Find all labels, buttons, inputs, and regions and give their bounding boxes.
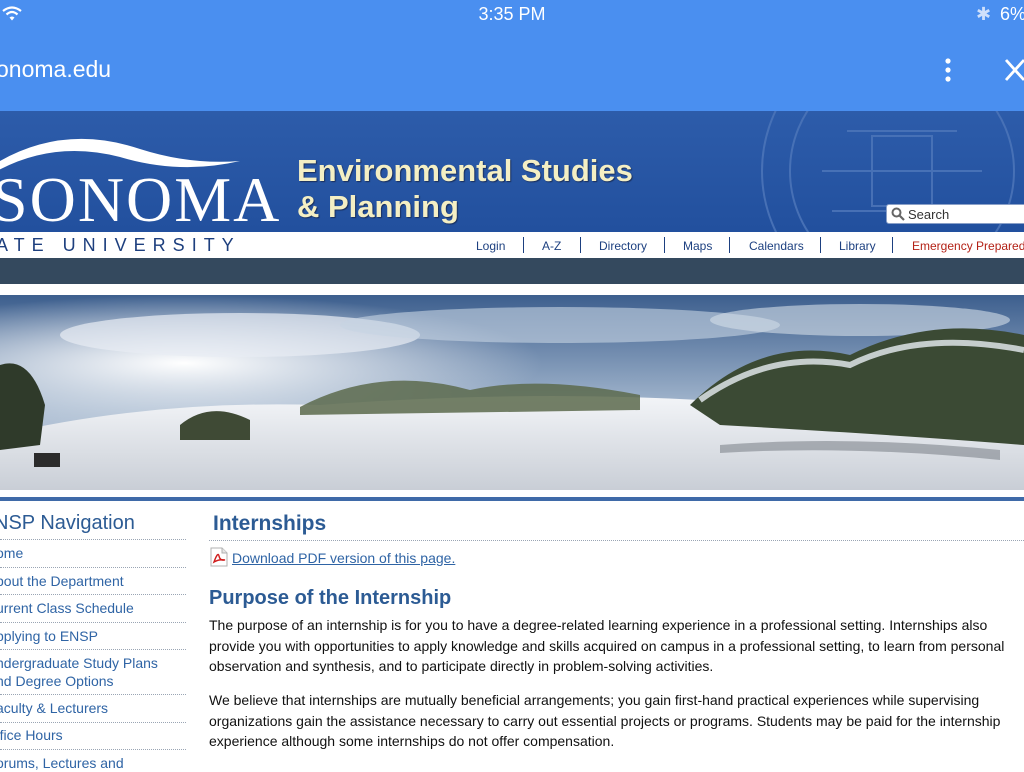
sidebar-item-applying[interactable]: pplying to ENSP: [0, 627, 186, 645]
sidebar-divider: [0, 567, 186, 568]
utility-divider: [523, 237, 524, 253]
close-icon[interactable]: [1004, 58, 1024, 82]
utility-divider: [892, 237, 893, 253]
utility-divider: [820, 237, 821, 253]
department-title[interactable]: Environmental Studies & Planning: [297, 153, 633, 225]
utility-link-a-z[interactable]: A-Z: [542, 239, 561, 253]
sidebar-item-about[interactable]: bout the Department: [0, 572, 186, 590]
sidebar-divider: [0, 749, 186, 750]
utility-link-emergency[interactable]: Emergency Preparedn: [912, 239, 1024, 253]
utility-link-maps[interactable]: Maps: [683, 239, 712, 253]
sidebar-item-office-hours[interactable]: ffice Hours: [0, 726, 186, 744]
site-header: SONOMA Environmental Studies & Planning: [0, 111, 1024, 232]
sidebar-item-class-schedule[interactable]: urrent Class Schedule: [0, 599, 186, 617]
sidebar-divider: [0, 622, 186, 623]
more-options-icon[interactable]: [938, 58, 958, 82]
sidebar-title: NSP Navigation: [0, 512, 135, 534]
search-icon: [891, 207, 905, 221]
content-paragraph: The purpose of an internship is for you …: [209, 617, 1005, 674]
utility-link-library[interactable]: Library: [839, 239, 876, 253]
logo-wordmark: SONOMA: [0, 164, 282, 232]
utility-link-directory[interactable]: Directory: [599, 239, 647, 253]
utility-link-login[interactable]: Login: [476, 239, 505, 253]
search-input[interactable]: [908, 205, 1024, 223]
sidebar-divider: [0, 539, 186, 540]
utility-divider: [580, 237, 581, 253]
battery-percent: 6%: [1000, 4, 1024, 24]
section-title: Purpose of the Internship: [209, 587, 452, 609]
sidebar-item-study-plans[interactable]: ndergraduate Study Plans nd Degree Optio…: [0, 654, 186, 690]
search-box[interactable]: [886, 204, 1024, 224]
sidebar-divider: [0, 694, 186, 695]
pdf-icon[interactable]: [210, 547, 228, 567]
sidebar-item-home[interactable]: ome: [0, 544, 186, 562]
title-divider: [209, 540, 1024, 541]
sidebar-divider: [0, 594, 186, 595]
bluetooth-icon: ✱: [976, 4, 992, 24]
university-name: ATE UNIVERSITY: [0, 235, 241, 255]
utility-divider: [729, 237, 730, 253]
sidebar-item-faculty[interactable]: aculty & Lecturers: [0, 699, 186, 717]
hero-banner-image: [0, 295, 1024, 490]
sidebar-divider: [0, 722, 186, 723]
page-title: Internships: [213, 512, 327, 535]
utility-divider: [664, 237, 665, 253]
utility-link-calendars[interactable]: Calendars: [749, 239, 804, 253]
sidebar-item-forums[interactable]: orums, Lectures and: [0, 754, 186, 772]
download-pdf-link[interactable]: Download PDF version of this page.: [232, 550, 455, 566]
sidebar-divider: [0, 649, 186, 650]
department-title-line2: & Planning: [297, 189, 459, 224]
hero-divider: [0, 497, 1024, 501]
address-url[interactable]: onoma.edu: [0, 56, 111, 83]
content-paragraph: We believe that internships are mutually…: [209, 692, 1001, 749]
main-nav-bar: [0, 258, 1024, 284]
department-title-line1: Environmental Studies: [297, 153, 633, 188]
utility-bar: ATE UNIVERSITY Login A-Z Directory Maps …: [0, 232, 1024, 258]
browser-top-bar: 3:35 PM ✱ 6% onoma.edu: [0, 0, 1024, 111]
status-time: 3:35 PM: [478, 4, 546, 24]
